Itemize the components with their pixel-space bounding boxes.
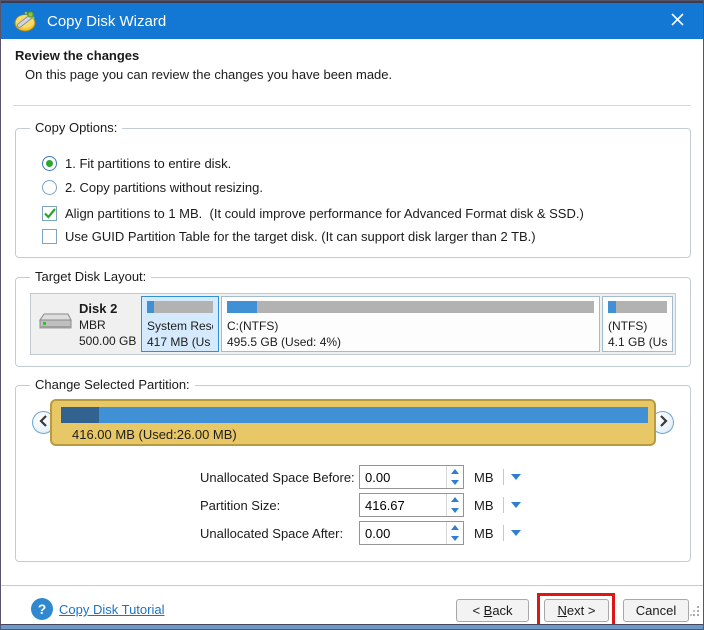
- window-title: Copy Disk Wizard: [47, 13, 166, 30]
- window-bottom-edge: [1, 624, 703, 629]
- partition-usage-bar: [608, 301, 667, 313]
- partition-size: 4.1 GB (Use: [608, 334, 667, 350]
- copy-options-legend: Copy Options:: [30, 120, 122, 135]
- unallocated-before-input[interactable]: [360, 466, 446, 488]
- unit-dropdown-icon[interactable]: [511, 474, 521, 480]
- unallocated-before-row: Unallocated Space Before: MB: [200, 465, 521, 489]
- back-button[interactable]: < Back: [456, 599, 529, 622]
- checkbox-align-partitions[interactable]: Align partitions to 1 MB. (It could impr…: [42, 206, 584, 221]
- partition-size: 495.5 GB (Used: 4%): [227, 334, 594, 350]
- spin-down-button[interactable]: [447, 533, 463, 544]
- page-subtitle: On this page you can review the changes …: [25, 67, 392, 82]
- spin-up-icon: [451, 525, 459, 530]
- close-button[interactable]: [661, 7, 693, 35]
- unallocated-after-label: Unallocated Space After:: [200, 526, 359, 541]
- unit-dropdown-icon[interactable]: [511, 530, 521, 536]
- partition-usage-bar: [147, 301, 213, 313]
- partition-system-reserved[interactable]: System Rese 417 MB (Us: [141, 296, 219, 352]
- next-button[interactable]: Next >: [544, 599, 609, 622]
- radio-copy-without-resizing-label: 2. Copy partitions without resizing.: [65, 180, 263, 195]
- partition-name: System Rese: [147, 318, 213, 334]
- spin-down-icon: [451, 536, 459, 541]
- footer-separator: [1, 585, 703, 586]
- spin-up-button[interactable]: [447, 522, 463, 533]
- copy-disk-tutorial-link[interactable]: Copy Disk Tutorial: [59, 602, 164, 617]
- chevron-right-icon: [658, 415, 668, 430]
- unit-dropdown-icon[interactable]: [511, 502, 521, 508]
- page-title: Review the changes: [15, 48, 139, 63]
- unallocated-before-spinbox: [359, 465, 464, 489]
- unallocated-after-row: Unallocated Space After: MB: [200, 521, 521, 545]
- radio-unselected-icon: [42, 180, 57, 195]
- change-partition-legend: Change Selected Partition:: [30, 377, 195, 392]
- selected-partition-used-segment: [61, 407, 99, 423]
- unit-separator: [503, 497, 504, 513]
- disk-info: Disk 2 MBR 500.00 GB: [33, 296, 139, 352]
- disk-size: 500.00 GB: [79, 333, 136, 349]
- checkbox-use-guid-label: Use GUID Partition Table for the target …: [65, 229, 536, 244]
- spin-down-icon: [451, 480, 459, 485]
- cancel-button[interactable]: Cancel: [623, 599, 689, 622]
- resize-grip[interactable]: [690, 603, 700, 621]
- spin-down-button[interactable]: [447, 505, 463, 516]
- spin-up-button[interactable]: [447, 494, 463, 505]
- spin-down-button[interactable]: [447, 477, 463, 488]
- checkbox-checked-icon: [42, 206, 57, 221]
- unit-separator: [503, 525, 504, 541]
- selected-partition-size-label: 416.00 MB (Used:26.00 MB): [72, 427, 237, 442]
- unit-separator: [503, 469, 504, 485]
- partition-size-row: Partition Size: MB: [200, 493, 521, 517]
- spinner: [446, 522, 463, 544]
- partition-usage-bar: [227, 301, 594, 313]
- radio-copy-without-resizing[interactable]: 2. Copy partitions without resizing.: [42, 180, 263, 195]
- selected-partition-resizer[interactable]: 416.00 MB (Used:26.00 MB): [50, 399, 656, 446]
- radio-fit-partitions-label: 1. Fit partitions to entire disk.: [65, 156, 231, 171]
- unit-label: MB: [474, 470, 494, 485]
- help-icon: ?: [31, 598, 53, 620]
- disk-partition-style: MBR: [79, 317, 136, 333]
- titlebar: Copy Disk Wizard: [1, 3, 703, 39]
- spinner: [446, 494, 463, 516]
- copy-options-group: Copy Options: 1. Fit partitions to entir…: [15, 128, 691, 258]
- unit-label: MB: [474, 526, 494, 541]
- partition-ntfs[interactable]: (NTFS) 4.1 GB (Use: [602, 296, 673, 352]
- partition-size: 417 MB (Us: [147, 334, 213, 350]
- partition-name: (NTFS): [608, 318, 667, 334]
- radio-fit-partitions[interactable]: 1. Fit partitions to entire disk.: [42, 156, 231, 171]
- checkbox-unchecked-icon: [42, 229, 57, 244]
- change-partition-group: Change Selected Partition: 416.00 MB (Us…: [15, 385, 691, 562]
- spin-up-icon: [451, 497, 459, 502]
- radio-selected-icon: [42, 156, 57, 171]
- spin-down-icon: [451, 508, 459, 513]
- disk-map: Disk 2 MBR 500.00 GB System Rese 417 MB …: [30, 293, 676, 355]
- partition-c-ntfs[interactable]: C:(NTFS) 495.5 GB (Used: 4%): [221, 296, 600, 352]
- partition-name: C:(NTFS): [227, 318, 594, 334]
- chevron-left-icon: [39, 415, 49, 430]
- wizard-app-icon: [13, 9, 37, 33]
- checkbox-use-guid[interactable]: Use GUID Partition Table for the target …: [42, 229, 536, 244]
- unit-label: MB: [474, 498, 494, 513]
- header-separator: [13, 105, 691, 106]
- spinner: [446, 466, 463, 488]
- close-icon: [671, 13, 684, 29]
- target-disk-layout-legend: Target Disk Layout:: [30, 269, 151, 284]
- target-disk-layout-group: Target Disk Layout: Disk 2 MBR 500.00 GB: [15, 277, 691, 367]
- unallocated-after-input[interactable]: [360, 522, 446, 544]
- spin-up-icon: [451, 469, 459, 474]
- unallocated-before-label: Unallocated Space Before:: [200, 470, 359, 485]
- partition-size-input[interactable]: [360, 494, 446, 516]
- partition-size-label: Partition Size:: [200, 498, 359, 513]
- partition-size-spinbox: [359, 493, 464, 517]
- copy-disk-wizard-window: Copy Disk Wizard Review the changes On t…: [0, 0, 704, 630]
- unallocated-after-spinbox: [359, 521, 464, 545]
- hard-disk-icon: [37, 311, 73, 338]
- checkbox-align-partitions-label: Align partitions to 1 MB. (It could impr…: [65, 206, 584, 221]
- disk-name: Disk 2: [79, 300, 136, 317]
- selected-partition-usage-bar: [61, 407, 648, 423]
- spin-up-button[interactable]: [447, 466, 463, 477]
